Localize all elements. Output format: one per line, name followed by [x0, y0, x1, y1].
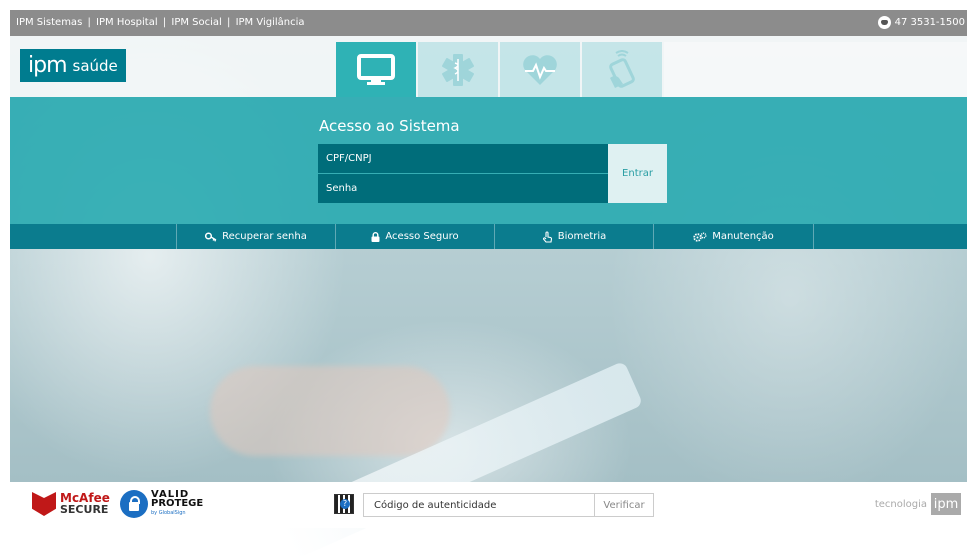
mcafee-secure-badge[interactable]: McAfee SECURE — [32, 492, 110, 516]
logo-brand: ipm — [28, 53, 68, 78]
footer: McAfee SECURE VALID PROTEGE by GlobalSig… — [10, 482, 967, 528]
top-link-separator: | — [162, 17, 167, 28]
ipm-saude-logo[interactable]: ipm saúde — [20, 49, 126, 82]
top-link-ipm-hospital[interactable]: IPM Hospital — [96, 17, 158, 28]
ipm-logo: ipm — [931, 493, 961, 515]
maintenance-label: Manutenção — [712, 231, 774, 242]
tab-emergency[interactable] — [418, 42, 498, 97]
top-link-separator: | — [227, 17, 231, 28]
headset-icon — [877, 16, 891, 29]
ssl-lock-icon — [120, 490, 148, 518]
login-title: Acesso ao Sistema — [319, 117, 460, 135]
top-link-ipm-vigilancia[interactable]: IPM Vigilância — [236, 17, 305, 28]
biometrics-link[interactable]: Biometria — [495, 224, 654, 249]
password-input[interactable] — [318, 174, 608, 203]
gears-icon — [693, 232, 707, 242]
brand-text: tecnologia — [874, 498, 927, 510]
lock-icon — [371, 231, 380, 242]
mobile-touch-icon — [609, 49, 635, 88]
medical-star-icon — [442, 53, 474, 86]
support-phone[interactable]: 47 3531-1500 — [877, 16, 965, 29]
mcafee-secure-label: SECURE — [60, 503, 109, 516]
mcafee-shield-icon — [32, 492, 56, 516]
background-hand — [210, 366, 450, 456]
valid-protege-badge[interactable]: VALID PROTEGE by GlobalSign — [120, 490, 203, 518]
recover-password-link[interactable]: Recuperar senha — [177, 224, 336, 249]
help-question-icon: ? — [340, 499, 350, 509]
action-nav: Recuperar senha Acesso Seguro Biometria … — [10, 224, 967, 249]
protege-label: PROTEGE — [151, 498, 204, 509]
header: ipm saúde — [10, 36, 967, 97]
heartbeat-icon — [523, 54, 557, 85]
key-icon — [205, 231, 217, 242]
tab-desktop[interactable] — [336, 42, 416, 97]
top-link-ipm-social[interactable]: IPM Social — [171, 17, 221, 28]
recover-password-label: Recuperar senha — [222, 231, 307, 242]
cpf-cnpj-input[interactable] — [318, 144, 608, 173]
authenticity-code-input[interactable] — [363, 493, 595, 517]
secure-access-label: Acesso Seguro — [385, 231, 459, 242]
logo-product: saúde — [72, 56, 118, 75]
tab-bar-filler — [664, 42, 967, 97]
module-tabs — [336, 42, 967, 97]
tecnologia-ipm-brand[interactable]: tecnologia ipm — [875, 493, 961, 515]
support-phone-number: 47 3531-1500 — [894, 17, 965, 28]
login-band: Acesso ao Sistema Entrar — [10, 97, 967, 224]
top-link-ipm-sistemas[interactable]: IPM Sistemas — [16, 17, 82, 28]
tab-mobile[interactable] — [582, 42, 662, 97]
monitor-icon — [357, 53, 395, 85]
top-link-separator: | — [87, 17, 91, 28]
maintenance-link[interactable]: Manutenção — [654, 224, 814, 249]
mcafee-text: McAfee SECURE — [60, 492, 110, 516]
secure-access-link[interactable]: Acesso Seguro — [336, 224, 495, 249]
tab-health[interactable] — [500, 42, 580, 97]
enter-button[interactable]: Entrar — [608, 144, 667, 203]
hand-pointer-icon — [542, 230, 552, 243]
biometrics-label: Biometria — [557, 231, 607, 242]
valid-text: VALID PROTEGE by GlobalSign — [151, 490, 203, 518]
globalsign-label: by GlobalSign — [151, 510, 186, 516]
top-links: IPM Sistemas | IPM Hospital | IPM Social… — [16, 17, 305, 28]
verify-button[interactable]: Verificar — [595, 493, 654, 517]
top-bar: IPM Sistemas | IPM Hospital | IPM Social… — [10, 10, 967, 36]
